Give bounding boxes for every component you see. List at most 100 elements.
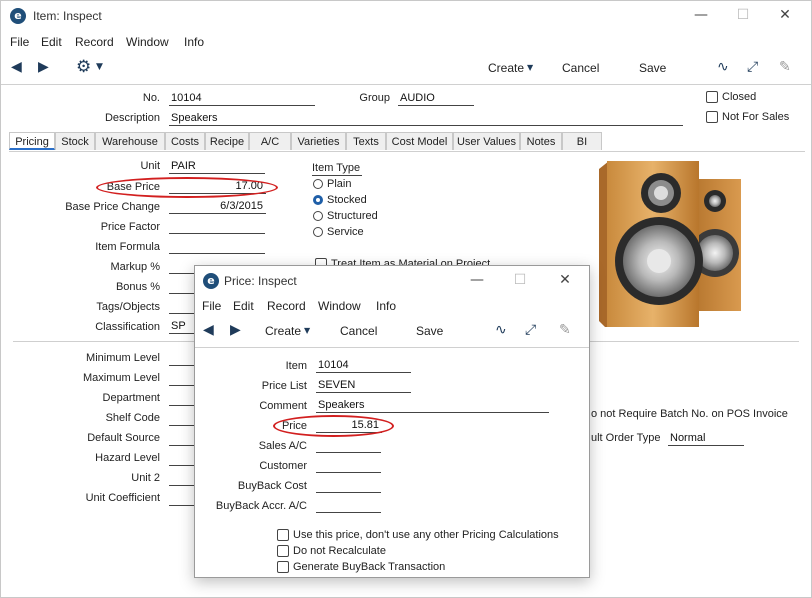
classification-field[interactable]: SP: [169, 319, 197, 334]
next-record-icon[interactable]: ▶: [230, 322, 241, 338]
group-label: Group: [359, 92, 390, 104]
close-icon[interactable]: ✕: [545, 266, 585, 294]
shelf-code-field[interactable]: [169, 411, 197, 426]
buyback-cost-field[interactable]: [316, 478, 381, 493]
create-dropdown-icon[interactable]: ▼: [527, 63, 533, 72]
use-this-price-checkbox[interactable]: Use this price, don't use any other Pric…: [277, 529, 559, 542]
activity-icon[interactable]: ∿: [495, 322, 507, 338]
menu-edit[interactable]: Edit: [41, 35, 62, 49]
default-order-type-label: ult Order Type: [591, 432, 661, 444]
description-field[interactable]: Speakers: [169, 111, 683, 126]
price-factor-field[interactable]: [169, 219, 265, 234]
checkbox-box[interactable]: [277, 561, 289, 574]
price-list-field[interactable]: SEVEN: [316, 378, 411, 393]
item-formula-field[interactable]: [169, 239, 265, 254]
minimize-icon[interactable]: —: [681, 1, 721, 29]
department-field[interactable]: [169, 391, 197, 406]
checkbox-box[interactable]: [277, 529, 289, 542]
tab-costs[interactable]: Costs: [165, 132, 205, 150]
radio-dot-selected[interactable]: [313, 195, 323, 206]
next-record-icon[interactable]: ▶: [38, 59, 49, 75]
tab-cost-model[interactable]: Cost Model: [386, 132, 453, 150]
menu-info[interactable]: Info: [376, 299, 396, 313]
tags-objects-field[interactable]: [169, 299, 197, 314]
comment-field[interactable]: Speakers: [316, 398, 549, 413]
cancel-button[interactable]: Cancel: [340, 324, 377, 338]
generate-buyback-checkbox[interactable]: Generate BuyBack Transaction: [277, 561, 446, 574]
menu-file[interactable]: File: [10, 35, 29, 49]
bonus-field[interactable]: [169, 279, 197, 294]
maximize-icon[interactable]: ☐: [723, 1, 763, 29]
create-button[interactable]: Create: [488, 61, 524, 75]
unit-coefficient-field[interactable]: [169, 491, 197, 506]
expand-icon[interactable]: ⤢: [747, 59, 758, 75]
maximum-level-field[interactable]: [169, 371, 197, 386]
tab-user-values[interactable]: User Values: [453, 132, 520, 150]
menu-window[interactable]: Window: [126, 35, 169, 49]
activity-icon[interactable]: ∿: [717, 59, 729, 75]
gear-icon[interactable]: ⚙: [76, 57, 91, 77]
expand-icon[interactable]: ⤢: [525, 322, 536, 338]
radio-service[interactable]: Service: [313, 226, 364, 238]
create-button[interactable]: Create: [265, 324, 301, 338]
tab-recipe[interactable]: Recipe: [205, 132, 249, 150]
markup-field[interactable]: [169, 259, 197, 274]
prev-record-icon[interactable]: ◀: [203, 322, 214, 338]
unit-field[interactable]: PAIR: [169, 159, 265, 174]
save-button[interactable]: Save: [416, 324, 443, 338]
checkbox-box[interactable]: [277, 545, 289, 558]
radio-dot[interactable]: [313, 179, 323, 190]
radio-stocked[interactable]: Stocked: [313, 194, 367, 206]
generate-buyback-label: Generate BuyBack Transaction: [293, 561, 446, 573]
tab-texts[interactable]: Texts: [346, 132, 386, 150]
close-icon[interactable]: ✕: [765, 1, 805, 29]
default-source-field[interactable]: [169, 431, 197, 446]
no-field[interactable]: 10104: [169, 91, 315, 106]
minimize-icon[interactable]: —: [457, 266, 497, 294]
prev-record-icon[interactable]: ◀: [11, 59, 22, 75]
checkbox-box[interactable]: [706, 91, 718, 104]
save-button[interactable]: Save: [639, 61, 666, 75]
checkbox-box[interactable]: [706, 111, 718, 124]
create-dropdown-icon[interactable]: ▼: [304, 326, 310, 335]
do-not-recalculate-checkbox[interactable]: Do not Recalculate: [277, 545, 386, 558]
sales-ac-field[interactable]: [316, 438, 381, 453]
cancel-button[interactable]: Cancel: [562, 61, 599, 75]
tab-ac[interactable]: A/C: [249, 132, 291, 150]
radio-plain[interactable]: Plain: [313, 178, 351, 190]
group-field[interactable]: AUDIO: [398, 91, 474, 106]
menu-record[interactable]: Record: [267, 299, 306, 313]
closed-checkbox[interactable]: Closed: [706, 91, 756, 104]
menu-info[interactable]: Info: [184, 35, 204, 49]
menu-edit[interactable]: Edit: [233, 299, 254, 313]
hazard-level-field[interactable]: [169, 451, 197, 466]
base-price-change-field[interactable]: 6/3/2015: [169, 199, 266, 214]
price-factor-label: Price Factor: [100, 221, 160, 233]
app-logo-icon: e: [203, 273, 219, 289]
item-field[interactable]: 10104: [316, 358, 411, 373]
item-formula-label: Item Formula: [95, 241, 160, 253]
menu-record[interactable]: Record: [75, 35, 114, 49]
tab-varieties[interactable]: Varieties: [291, 132, 346, 150]
chevron-down-icon[interactable]: ▼: [96, 62, 103, 72]
menu-window[interactable]: Window: [318, 299, 361, 313]
tab-warehouse[interactable]: Warehouse: [95, 132, 165, 150]
tab-bi[interactable]: BI: [562, 132, 602, 150]
attachment-icon[interactable]: ✎: [779, 59, 791, 75]
radio-structured[interactable]: Structured: [313, 210, 378, 222]
attachment-icon[interactable]: ✎: [559, 322, 571, 338]
menu-file[interactable]: File: [202, 299, 221, 313]
tab-stock[interactable]: Stock: [55, 132, 95, 150]
tab-notes[interactable]: Notes: [520, 132, 562, 150]
maximize-icon[interactable]: ☐: [500, 266, 540, 294]
buyback-accr-field[interactable]: [316, 498, 381, 513]
default-order-type-field[interactable]: Normal: [668, 431, 744, 446]
radio-dot[interactable]: [313, 211, 323, 222]
tab-pricing[interactable]: Pricing: [9, 132, 55, 150]
minimum-level-field[interactable]: [169, 351, 197, 366]
popup-menu-bar: File Edit Record Window Info: [195, 297, 589, 317]
radio-dot[interactable]: [313, 227, 323, 238]
customer-field[interactable]: [316, 458, 381, 473]
unit-2-field[interactable]: [169, 471, 197, 486]
not-for-sales-checkbox[interactable]: Not For Sales: [706, 111, 789, 124]
